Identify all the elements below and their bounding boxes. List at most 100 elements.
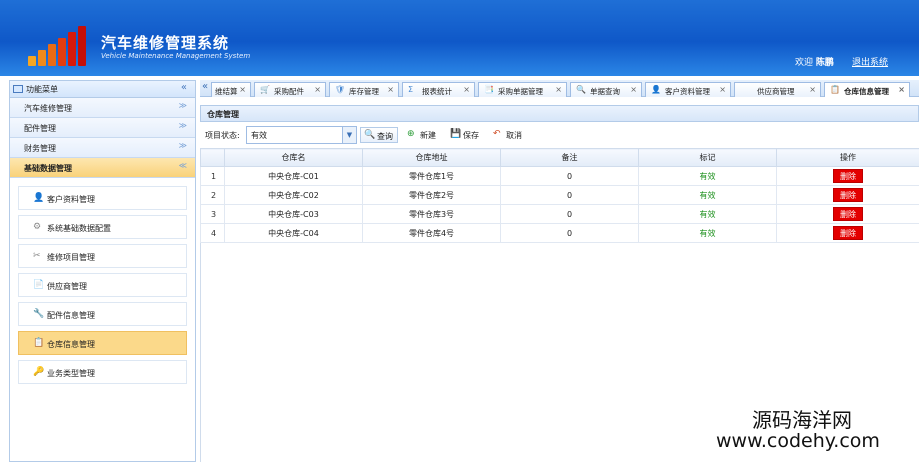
delete-button[interactable]: 删除 bbox=[833, 226, 863, 240]
sidebar-item-sysconfig[interactable]: ⚙ 系统基础数据配置 bbox=[18, 215, 187, 239]
gear-icon: ⚙ bbox=[33, 222, 42, 232]
cell-address: 零件仓库2号 bbox=[362, 185, 501, 205]
tab-reports[interactable]: Σ 报表统计 × bbox=[402, 82, 475, 97]
cell-action: 删除 bbox=[776, 185, 919, 205]
scissors-icon: ✂ bbox=[33, 251, 41, 261]
close-icon[interactable]: × bbox=[555, 85, 562, 94]
tab-doc-query[interactable]: 🔍 单据查询 × bbox=[570, 82, 642, 97]
key-icon: 🔑 bbox=[33, 367, 45, 377]
col-action: 操作 bbox=[776, 148, 919, 167]
cell-flag: 有效 bbox=[638, 204, 777, 224]
app-header: 汽车维修管理系统 Vehicle Maintenance Management … bbox=[0, 0, 919, 76]
menu-cat-label: 财务管理 bbox=[24, 144, 56, 153]
sidebar-item-repair-items[interactable]: ✂ 维修项目管理 bbox=[18, 244, 187, 268]
col-address[interactable]: 仓库地址 bbox=[362, 148, 501, 167]
panel-header: 仓库管理 bbox=[200, 105, 919, 122]
tab-customer[interactable]: 👤 客户资料管理 × bbox=[645, 82, 731, 97]
sidebar-item-label: 维修项目管理 bbox=[47, 253, 95, 262]
tab-supplier[interactable]: 供应商管理 × bbox=[734, 82, 821, 97]
query-button[interactable]: 🔍 查询 bbox=[360, 127, 398, 143]
cart-icon: 🛒 bbox=[260, 85, 270, 94]
clipboard-icon: 📋 bbox=[33, 338, 45, 348]
col-name[interactable]: 仓库名 bbox=[224, 148, 363, 167]
tab-inventory[interactable]: 🛡 库存管理 × bbox=[329, 82, 399, 97]
chevron-down-icon: ≫ bbox=[178, 101, 187, 110]
tab-label: 库存管理 bbox=[349, 87, 379, 96]
document-icon: 📑 bbox=[484, 85, 494, 94]
table-row[interactable]: 4 中央仓库-C04 零件仓库4号 0 有效 删除 bbox=[200, 223, 919, 243]
table-row[interactable]: 3 中央仓库-C03 零件仓库3号 0 有效 删除 bbox=[200, 204, 919, 224]
chevron-up-icon: ≪ bbox=[178, 161, 187, 170]
cell-action: 删除 bbox=[776, 204, 919, 224]
tab-purchase-parts[interactable]: 🛒 采购配件 × bbox=[254, 82, 326, 97]
user-name: 陈鹏 bbox=[815, 58, 834, 68]
cell-address: 零件仓库3号 bbox=[362, 204, 501, 224]
app-title: 汽车维修管理系统 bbox=[101, 34, 230, 52]
cell-note: 0 bbox=[500, 204, 639, 224]
tab-label: 采购单据管理 bbox=[498, 87, 543, 96]
sidebar-item-customer[interactable]: 👤 客户资料管理 bbox=[18, 186, 187, 210]
menu-cat-repair[interactable]: 汽车维修管理 ≫ bbox=[10, 98, 195, 118]
logout-link[interactable]: 退出系统 bbox=[852, 55, 888, 68]
menu-cat-label: 基础数据管理 bbox=[24, 164, 72, 173]
submenu-list: 👤 客户资料管理 ⚙ 系统基础数据配置 ✂ 维修项目管理 📄 供应商管理 🔧 配… bbox=[10, 178, 195, 384]
save-icon: 💾 bbox=[450, 129, 462, 139]
sidebar-item-label: 仓库信息管理 bbox=[47, 340, 95, 349]
sidebar-item-warehouse[interactable]: 📋 仓库信息管理 bbox=[18, 331, 187, 355]
chevron-down-icon[interactable]: ▼ bbox=[342, 127, 356, 143]
cell-note: 0 bbox=[500, 185, 639, 205]
menu-cat-basedata[interactable]: 基础数据管理 ≪ bbox=[10, 158, 195, 178]
search-icon: 🔍 bbox=[364, 130, 376, 140]
shield-icon: 🛡 bbox=[335, 85, 346, 94]
close-icon[interactable]: × bbox=[630, 85, 637, 94]
close-icon[interactable]: × bbox=[898, 85, 905, 94]
col-flag[interactable]: 标记 bbox=[638, 148, 777, 167]
tab-settlement[interactable]: 维结算 × bbox=[211, 82, 251, 97]
sidebar-item-business-type[interactable]: 🔑 业务类型管理 bbox=[18, 360, 187, 384]
cell-flag: 有效 bbox=[638, 223, 777, 243]
sidebar-item-label: 系统基础数据配置 bbox=[47, 224, 111, 233]
close-icon[interactable]: × bbox=[387, 85, 394, 94]
tab-label: 维结算 bbox=[215, 87, 238, 96]
table-row[interactable]: 2 中央仓库-C02 零件仓库2号 0 有效 删除 bbox=[200, 185, 919, 205]
cancel-button[interactable]: ↶ 取消 bbox=[490, 127, 530, 143]
delete-button[interactable]: 删除 bbox=[833, 207, 863, 221]
col-note[interactable]: 备注 bbox=[500, 148, 639, 167]
sidebar-item-label: 业务类型管理 bbox=[47, 369, 95, 378]
wrench-icon: 🔧 bbox=[33, 309, 45, 319]
new-button[interactable]: ⊕ 新建 bbox=[404, 127, 444, 143]
user-icon: 👤 bbox=[651, 85, 661, 94]
close-icon[interactable]: × bbox=[719, 85, 726, 94]
menu-cat-label: 配件管理 bbox=[24, 124, 56, 133]
tab-label: 客户资料管理 bbox=[665, 87, 710, 96]
tab-label: 供应商管理 bbox=[757, 87, 795, 96]
tab-purchase-docs[interactable]: 📑 采购单据管理 × bbox=[478, 82, 567, 97]
cell-address: 零件仓库4号 bbox=[362, 223, 501, 243]
status-select[interactable]: 有效 ▼ bbox=[246, 126, 357, 144]
close-icon[interactable]: × bbox=[463, 85, 470, 94]
menu-cat-parts[interactable]: 配件管理 ≫ bbox=[10, 118, 195, 138]
delete-button[interactable]: 删除 bbox=[833, 169, 863, 183]
table-row[interactable]: 1 中央仓库-C01 零件仓库1号 0 有效 删除 bbox=[200, 166, 919, 186]
close-icon[interactable]: × bbox=[809, 85, 816, 94]
sidebar-item-parts-info[interactable]: 🔧 配件信息管理 bbox=[18, 302, 187, 326]
tab-warehouse[interactable]: 📋 仓库信息管理 × bbox=[824, 82, 910, 97]
close-icon[interactable]: × bbox=[314, 85, 321, 94]
new-label: 新建 bbox=[420, 131, 436, 140]
sidebar-collapse-icon[interactable]: « bbox=[181, 82, 187, 93]
app-subtitle: Vehicle Maintenance Management System bbox=[101, 52, 251, 60]
save-button[interactable]: 💾 保存 bbox=[447, 127, 487, 143]
sidebar-item-label: 供应商管理 bbox=[47, 282, 87, 291]
tab-scroll-left-icon[interactable]: « bbox=[202, 81, 208, 92]
row-number: 4 bbox=[200, 223, 225, 243]
tab-label: 单据查询 bbox=[590, 87, 620, 96]
sidebar-item-supplier[interactable]: 📄 供应商管理 bbox=[18, 273, 187, 297]
toolbar: 项目状态: 有效 ▼ 🔍 查询 ⊕ 新建 💾 保存 ↶ 取消 bbox=[200, 123, 919, 147]
close-icon[interactable]: × bbox=[239, 85, 246, 94]
cell-name: 中央仓库-C01 bbox=[224, 166, 363, 186]
row-number: 1 bbox=[200, 166, 225, 186]
menu-cat-finance[interactable]: 财务管理 ≫ bbox=[10, 138, 195, 158]
watermark-url: www.codehy.com bbox=[716, 430, 880, 452]
delete-button[interactable]: 删除 bbox=[833, 188, 863, 202]
status-label: 项目状态: bbox=[205, 131, 240, 140]
